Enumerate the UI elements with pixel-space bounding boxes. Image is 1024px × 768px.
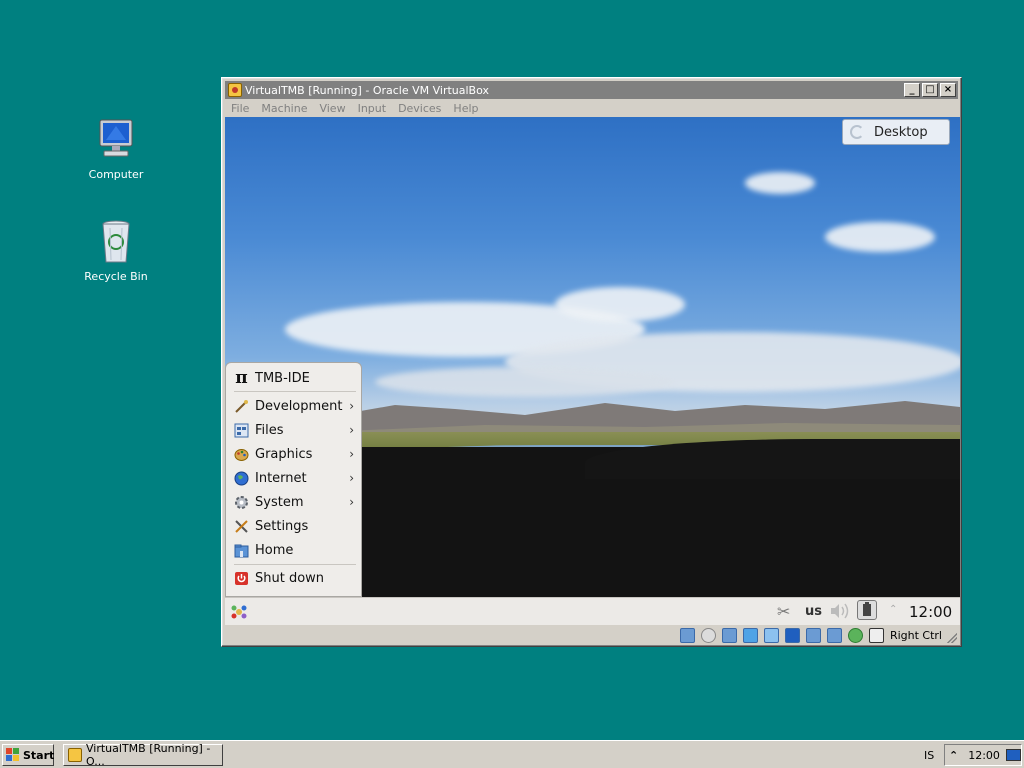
kde-launcher-icon[interactable] [230,603,248,624]
menu-help[interactable]: Help [453,102,478,115]
menu-file[interactable]: File [231,102,249,115]
virtualization-icon[interactable] [847,627,863,643]
audio-icon[interactable] [721,627,737,643]
host-key-label: Right Ctrl [889,628,942,642]
computer-icon [92,116,140,164]
desktop-widget-label: Desktop [874,124,928,140]
recycle-bin-icon [92,218,140,266]
menu-item-label: TMB-IDE [255,370,310,386]
chevron-right-icon: › [349,495,354,509]
vbox-menubar: File Machine View Input Devices Help [225,100,958,117]
pi-icon: π [235,368,248,388]
window-title: VirtualTMB [Running] - Oracle VM Virtual… [245,83,490,97]
display-icon[interactable] [784,627,800,643]
volume-icon[interactable] [829,601,851,624]
shared-folders-icon[interactable] [763,627,779,643]
taskbar-item-label: VirtualTMB [Running] - O... [86,742,211,768]
menu-separator [234,391,356,392]
settings-icon [234,519,249,534]
window-titlebar[interactable]: VirtualTMB [Running] - Oracle VM Virtual… [225,81,958,99]
chevron-right-icon: › [349,399,354,413]
desktop-icon-computer[interactable]: Computer [76,116,156,181]
guest-panel: ✂ us ⌃ 12:00 [225,597,960,625]
usb-icon[interactable] [742,627,758,643]
keyboard-layout-indicator[interactable]: us [805,604,822,619]
network-icon[interactable] [805,627,821,643]
taskbar-clock[interactable]: 12:00 [968,749,1000,762]
menu-item-home[interactable]: Home [234,539,358,561]
minimize-button[interactable]: _ [904,83,920,97]
windows-flag-icon [6,748,20,762]
wallpaper-cloud [745,172,815,194]
vbox-statusbar: Right Ctrl [225,625,958,645]
start-label: Start [23,748,55,762]
menu-item-shut-down[interactable]: Shut down [234,567,358,589]
show-hidden-icons-icon[interactable]: ⌃ [949,749,958,762]
language-indicator[interactable]: IS [924,749,934,762]
guest-desktop-widget[interactable]: Desktop [842,119,950,145]
graphics-icon [234,447,249,462]
menu-input[interactable]: Input [358,102,386,115]
scissors-icon[interactable]: ✂ [777,602,790,621]
maximize-button[interactable]: □ [922,83,938,97]
battery-icon[interactable] [857,600,877,620]
hard-disk-icon[interactable] [679,627,695,643]
chevron-right-icon: › [349,423,354,437]
menu-item-graphics[interactable]: Graphics › [234,443,358,465]
desktop-icon-recycle-bin[interactable]: Recycle Bin [76,218,156,283]
home-icon [234,543,249,558]
menu-item-files[interactable]: Files › [234,419,358,441]
menu-item-label: Graphics [255,446,313,462]
chevron-right-icon: › [349,447,354,461]
wallpaper-cloud [375,367,675,397]
menu-devices[interactable]: Devices [398,102,441,115]
menu-item-label: Internet [255,470,307,486]
guest-start-menu: π TMB-IDE Development › Files › Graphics… [225,362,362,597]
optical-drive-icon[interactable] [700,627,716,643]
chevron-right-icon: › [349,471,354,485]
menu-item-label: Files [255,422,284,438]
tray-expand-icon[interactable]: ⌃ [889,604,897,615]
system-tray: ⌃ 12:00 [944,744,1022,766]
menu-view[interactable]: View [319,102,345,115]
system-icon [234,495,249,510]
menu-item-label: Home [255,542,294,558]
virtualbox-window: VirtualTMB [Running] - Oracle VM Virtual… [221,77,962,647]
close-button[interactable]: × [940,83,956,97]
mouse-integration-icon[interactable] [868,627,884,643]
desktop-icon-label: Computer [88,168,144,181]
menu-item-development[interactable]: Development › [234,395,358,417]
menu-machine[interactable]: Machine [261,102,307,115]
desktop-icon-label: Recycle Bin [84,270,148,283]
virtualbox-app-icon [68,748,82,762]
taskbar-item-virtualbox[interactable]: VirtualTMB [Running] - O... [63,742,223,768]
menu-item-label: Settings [255,518,309,534]
video-capture-icon[interactable] [826,627,842,643]
menu-item-internet[interactable]: Internet › [234,467,358,489]
virtualbox-app-icon [228,83,242,97]
menu-item-system[interactable]: System › [234,491,358,513]
guest-clock: 12:00 [909,603,953,621]
menu-item-tmb-ide[interactable]: π TMB-IDE [234,367,358,389]
menu-item-label: System [255,494,304,510]
menu-item-settings[interactable]: Settings [234,515,358,537]
internet-icon [234,471,249,486]
development-icon [234,399,249,414]
start-button[interactable]: Start [2,744,54,766]
wallpaper-cloud [555,287,685,322]
menu-separator [234,564,356,565]
taskbar: Start VirtualTMB [Running] - O... IS ⌃ 1… [0,740,1024,768]
guest-screen[interactable]: Desktop π TMB-IDE Development › Files › … [225,117,960,597]
menu-item-label: Development [255,398,343,414]
menu-item-label: Shut down [255,570,325,586]
desktop-spinner-icon [850,125,864,139]
wallpaper-cloud [825,222,935,252]
files-icon [234,423,249,438]
shutdown-icon [234,571,249,586]
monitor-icon[interactable] [1005,749,1021,761]
resize-grip-icon[interactable] [947,633,957,643]
